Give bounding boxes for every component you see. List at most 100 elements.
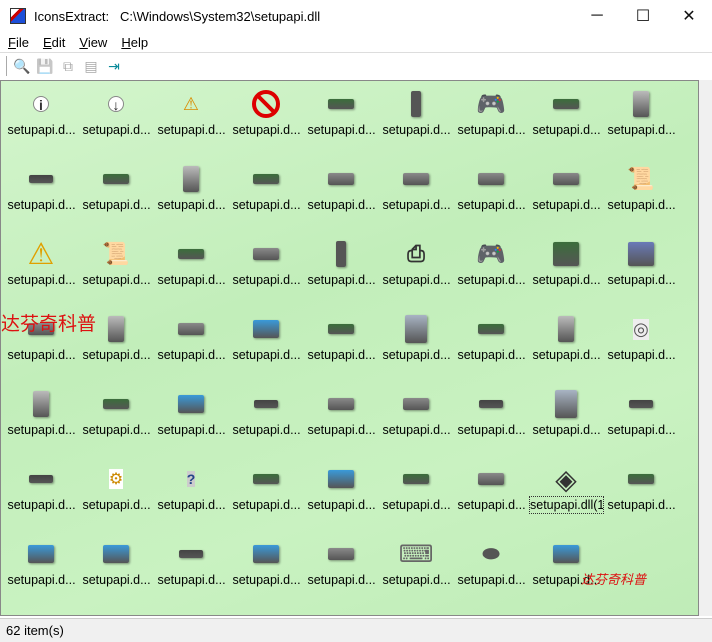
icon-item[interactable]: setupapi.d... [229, 383, 304, 458]
icon-item[interactable]: 📜 setupapi.d... [604, 158, 679, 233]
search-button[interactable]: 🔍 [12, 56, 32, 76]
computer-network-icon [100, 538, 132, 570]
icon-item[interactable]: setupapi.d... [604, 383, 679, 458]
icon-item[interactable]: setupapi.d... [304, 533, 379, 608]
icon-item[interactable]: setupapi.d... [379, 158, 454, 233]
icon-item[interactable]: setupapi.d... [529, 308, 604, 383]
tower-x-icon [625, 88, 657, 120]
icon-label: setupapi.d... [82, 273, 151, 287]
icon-item[interactable]: setupapi.d... [529, 83, 604, 158]
icon-item[interactable]: setupapi.d... [229, 533, 304, 608]
icon-item[interactable]: 📜 setupapi.d... [79, 233, 154, 308]
certificate-icon: 📜 [102, 241, 130, 266]
search-icon: 🔍 [13, 57, 31, 74]
tower-pair-icon [550, 313, 582, 345]
icon-item[interactable]: setupapi.d... [604, 233, 679, 308]
menu-view[interactable]: View [75, 35, 111, 50]
tablet-drive-icon [400, 313, 432, 345]
icon-label: setupapi.d... [457, 273, 526, 287]
icon-item[interactable]: setupapi.d... [529, 233, 604, 308]
icon-item[interactable]: setupapi.d... [229, 458, 304, 533]
icon-item[interactable]: setupapi.d... [79, 383, 154, 458]
menu-file[interactable]: File [4, 35, 33, 50]
properties-button[interactable]: ▤ [81, 56, 101, 76]
icon-item[interactable]: ? setupapi.d... [154, 458, 229, 533]
icon-label: setupapi.d... [157, 198, 226, 212]
close-button[interactable]: ✕ [666, 0, 712, 32]
icon-item[interactable]: ⚠ setupapi.d... [4, 233, 79, 308]
icon-label: setupapi.d... [382, 423, 451, 437]
menu-edit[interactable]: Edit [39, 35, 69, 50]
icon-item[interactable]: setupapi.d... [4, 158, 79, 233]
icon-item[interactable]: ⎙ setupapi.d... [379, 233, 454, 308]
icon-item[interactable]: setupapi.d... [304, 458, 379, 533]
icon-item[interactable]: setupapi.d... [4, 383, 79, 458]
icon-item[interactable]: setupapi.d... [529, 158, 604, 233]
icon-item[interactable]: setupapi.d... [154, 533, 229, 608]
icon-item[interactable]: ◎ setupapi.d... [604, 308, 679, 383]
icon-label: setupapi.d... [307, 423, 376, 437]
download-icon: ↓ [100, 88, 132, 120]
icon-item[interactable]: setupapi.d... [379, 83, 454, 158]
icon-item[interactable]: setupapi.d... [454, 458, 529, 533]
icon-item[interactable]: setupapi.d... [154, 233, 229, 308]
icon-item[interactable]: setupapi.d... [79, 158, 154, 233]
icon-item[interactable]: ⬬ setupapi.d... [454, 533, 529, 608]
barcode-scanner-icon [325, 238, 357, 270]
icon-item[interactable]: setupapi.d... [229, 83, 304, 158]
icon-item[interactable]: ⌨ setupapi.d... [379, 533, 454, 608]
icon-item[interactable]: ◈setupapi.dll(10) [529, 458, 604, 533]
menu-help[interactable]: Help [117, 35, 152, 50]
icon-item[interactable]: setupapi.d... [229, 308, 304, 383]
icon-label: setupapi.d... [307, 198, 376, 212]
gamepad-icon: 🎮 [476, 90, 506, 118]
icon-item[interactable]: setupapi.d... [229, 233, 304, 308]
icon-item[interactable]: setupapi.d... [229, 158, 304, 233]
icon-item[interactable]: setupapi.d... [379, 383, 454, 458]
icon-item[interactable]: setupapi.d... [304, 383, 379, 458]
exit-button[interactable]: ⇥ [104, 56, 124, 76]
maximize-button[interactable]: ☐ [620, 0, 666, 32]
icon-item[interactable]: setupapi.d... [604, 83, 679, 158]
icon-item[interactable]: setupapi.d... [304, 308, 379, 383]
icon-item[interactable]: setupapi.d... [154, 158, 229, 233]
icon-label: setupapi.d... [607, 348, 676, 362]
icon-item[interactable]: 🎮 setupapi.d... [454, 233, 529, 308]
icon-item[interactable]: setupapi.d... [154, 308, 229, 383]
icon-item[interactable]: setupapi.d... [454, 158, 529, 233]
menu-label: Help [121, 34, 149, 50]
icon-label: setupapi.d... [607, 498, 676, 512]
icon-item[interactable]: setupapi.d... [304, 233, 379, 308]
icon-item[interactable]: setupapi.d... [379, 458, 454, 533]
icon-item[interactable]: setupapi.d... [304, 158, 379, 233]
mouse-icon: ⬬ [482, 542, 500, 565]
icon-item[interactable]: setupapi.d... [379, 308, 454, 383]
icon-label: setupapi.d... [457, 348, 526, 362]
icon-item[interactable]: ⚠ setupapi.d... [154, 83, 229, 158]
watermark-small: 达芬奇科普 [581, 573, 647, 588]
expansion-card-icon [250, 463, 282, 495]
icon-item[interactable]: i setupapi.d... [4, 83, 79, 158]
icon-item[interactable]: setupapi.d... [529, 383, 604, 458]
minimize-button[interactable]: ─ [574, 0, 620, 32]
icon-item[interactable]: 🎮 setupapi.d... [454, 83, 529, 158]
icon-item[interactable]: ⚙ setupapi.d... [79, 458, 154, 533]
icon-item[interactable]: setupapi.d... [4, 533, 79, 608]
icon-label: setupapi.d... [7, 573, 76, 587]
save-button[interactable]: 💾 [35, 56, 55, 76]
icon-item[interactable]: ↓ setupapi.d... [79, 83, 154, 158]
menu-bar: File Edit View Help [0, 32, 712, 52]
icon-label: setupapi.d... [307, 123, 376, 137]
copy-button[interactable]: ⧉ [58, 56, 78, 76]
icon-item[interactable]: setupapi.d... [604, 458, 679, 533]
icon-item[interactable]: setupapi.d... [454, 383, 529, 458]
icon-item[interactable]: setupapi.d... [304, 83, 379, 158]
icon-item[interactable]: setupapi.d... [79, 533, 154, 608]
icon-item[interactable]: setupapi.d... [454, 308, 529, 383]
icon-item[interactable]: setupapi.d... [154, 383, 229, 458]
icon-item[interactable]: setupapi.d... [4, 458, 79, 533]
icon-label: setupapi.d... [607, 273, 676, 287]
network-hub-icon [400, 388, 432, 420]
exit-icon: ⇥ [108, 57, 120, 74]
icon-list[interactable]: setupapi.d... ⬬ setupapi.d... ⌨ setupapi.d..… [0, 80, 699, 616]
